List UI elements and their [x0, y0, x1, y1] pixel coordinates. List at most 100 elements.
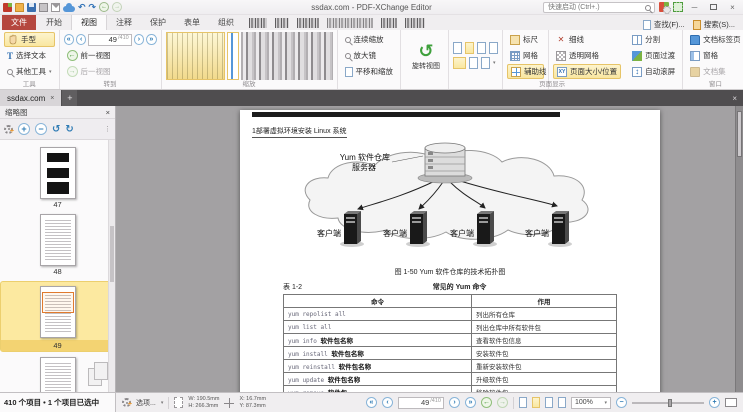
document-tabs-button[interactable]: 文档标签页 — [687, 32, 743, 47]
page-layout-icon-2[interactable] — [465, 42, 474, 54]
tab-strip-close-icon[interactable]: × — [726, 90, 743, 106]
zoom-in-button[interactable]: + — [709, 397, 720, 408]
hand-tool-button[interactable]: 手型 — [4, 32, 55, 47]
status-layout-two-up-continuous-icon[interactable] — [558, 397, 566, 408]
ribbon-tab-5[interactable]: 保护 — [141, 15, 175, 30]
thumbnails-close-icon[interactable]: × — [106, 108, 110, 117]
zoom-out-button[interactable]: − — [616, 397, 627, 408]
ruler-button[interactable]: 标尺 — [507, 32, 544, 47]
first-page-button[interactable]: « — [64, 34, 74, 45]
select-text-button[interactable]: T 选择文本 — [4, 48, 55, 63]
rotate-right-icon[interactable]: ↻ — [65, 124, 73, 135]
options-gear-icon[interactable]: + — [122, 398, 131, 407]
minimize-button[interactable]: ─ — [687, 1, 702, 13]
quick-launch-box[interactable] — [543, 2, 655, 13]
rotate-left-icon[interactable]: ↺ — [52, 124, 60, 135]
page-size-position-button[interactable]: XY 页面大小/位置 — [553, 64, 621, 79]
pan-zoom-button[interactable]: 平移和缩放 — [342, 64, 397, 79]
status-next-view-icon[interactable]: → — [497, 397, 508, 408]
status-prev-page-button[interactable]: ‹ — [382, 397, 393, 408]
ribbon-tab-6[interactable]: 表单 — [175, 15, 209, 30]
thumbnail-item-49[interactable]: 49 — [0, 281, 115, 352]
thumbnails-scrollbar-thumb[interactable] — [110, 226, 114, 282]
status-page-number-box[interactable]: 49 /410 — [398, 397, 444, 409]
thumbnails-zoom-in-icon[interactable]: + — [18, 123, 30, 135]
other-tools-button[interactable]: 其他工具 ▾ — [4, 64, 55, 79]
save-icon[interactable] — [27, 3, 36, 12]
page-layout-icon-7[interactable] — [481, 57, 490, 69]
grid-button[interactable]: 网格 — [507, 48, 544, 63]
status-first-page-button[interactable]: « — [366, 397, 377, 408]
cloud-icon[interactable] — [63, 6, 75, 12]
page-layout-icon-5[interactable] — [453, 57, 466, 69]
ribbon-tab-7[interactable]: 组织 — [209, 15, 243, 30]
transparency-grid-button[interactable]: 透明网格 — [553, 48, 621, 63]
close-button[interactable]: × — [725, 1, 740, 13]
fit-page-icon[interactable] — [725, 398, 737, 407]
panes-button[interactable]: 窗格 — [687, 48, 743, 63]
page-layout-icon-3[interactable] — [477, 42, 486, 54]
previous-view-button[interactable]: ← 前一视图 — [64, 49, 157, 64]
status-previous-view-icon[interactable]: ← — [481, 397, 492, 408]
ribbon-tab-1[interactable]: 文件 — [2, 15, 36, 30]
overflow-menu-icon[interactable]: ⋮ — [104, 125, 111, 133]
document-scrollbar-thumb[interactable] — [737, 111, 742, 157]
page-number-value[interactable]: 49 — [109, 35, 117, 44]
status-layout-two-up-icon[interactable] — [545, 397, 553, 408]
status-last-page-button[interactable]: » — [465, 397, 476, 408]
status-layout-continuous-icon[interactable] — [532, 397, 540, 408]
ui-options-icon[interactable] — [659, 2, 669, 12]
quick-launch-input[interactable] — [548, 3, 640, 12]
split-button[interactable]: 分割 — [629, 32, 678, 47]
email-icon[interactable] — [51, 3, 60, 12]
thumbnails-options-gear-icon[interactable]: + — [4, 125, 13, 134]
document-set-button[interactable]: 文档集 — [687, 64, 743, 79]
print-icon[interactable] — [39, 3, 48, 12]
zoom-glitch-selected[interactable] — [166, 32, 226, 80]
ribbon-tab-3[interactable]: 视图 — [71, 14, 107, 30]
page-number-box[interactable]: 49 /410 — [88, 34, 131, 46]
page-layout-icon-4[interactable] — [489, 42, 498, 54]
document-scrollbar[interactable] — [735, 106, 743, 392]
guides-button[interactable]: 辅助线 — [507, 64, 544, 79]
next-view-button[interactable]: → 后一视图 — [64, 64, 157, 79]
page-layout-icon-1[interactable] — [453, 42, 462, 54]
find-button[interactable]: 查找(F)... — [643, 19, 685, 30]
last-page-button[interactable]: » — [146, 34, 156, 45]
thin-lines-button[interactable]: ✕ 细线 — [553, 32, 621, 47]
prev-page-button[interactable]: ‹ — [76, 34, 86, 45]
autoscroll-button[interactable]: 自动滚屏 — [629, 64, 678, 79]
thumbnail-item-47[interactable]: 47 — [0, 147, 115, 209]
forward-icon[interactable]: → — [112, 2, 122, 12]
status-next-page-button[interactable]: › — [449, 397, 460, 408]
status-page-number-value[interactable]: 49 — [421, 398, 429, 407]
document-tab[interactable]: ssdax.com × — [0, 90, 61, 106]
thumbnail-scroll-area[interactable]: 47484950 — [0, 140, 115, 392]
ribbon-tab-4[interactable]: 注释 — [107, 15, 141, 30]
restore-button[interactable] — [706, 1, 721, 13]
thumbnail-item-48[interactable]: 48 — [0, 214, 115, 276]
loupe-button[interactable]: 放大镜 — [342, 48, 397, 63]
document-area[interactable]: 1部署虚拟环境安装 Linux 系统 — [116, 106, 743, 392]
zoom-level-dropdown[interactable]: 100% ▾ — [571, 397, 611, 409]
fullscreen-icon[interactable] — [673, 2, 683, 12]
document-tab-close-icon[interactable]: × — [50, 95, 54, 102]
options-label[interactable]: 选项... — [136, 398, 156, 408]
open-icon[interactable] — [15, 3, 24, 12]
thumbnails-scrollbar[interactable] — [108, 140, 115, 392]
ribbon-tab-2[interactable]: 开始 — [37, 15, 71, 30]
zoom-slider[interactable] — [632, 402, 704, 404]
search-button[interactable]: 搜索(S)... — [693, 19, 735, 30]
undo-icon[interactable]: ↶ — [78, 3, 86, 12]
rotate-view-button[interactable]: ↺ 旋转视图 — [405, 41, 447, 71]
thumbnails-zoom-out-icon[interactable]: − — [35, 123, 47, 135]
page-layout-icon-6[interactable] — [469, 57, 478, 69]
zoom-slider-thumb[interactable] — [668, 399, 672, 407]
new-tab-button[interactable]: + — [62, 90, 77, 106]
redo-icon[interactable]: ↷ — [89, 3, 97, 12]
status-layout-single-icon[interactable] — [519, 397, 527, 408]
continuous-zoom-button[interactable]: 连续缩放 — [342, 32, 397, 47]
page-transitions-button[interactable]: 页面过渡 — [629, 48, 678, 63]
back-icon[interactable]: ← — [99, 2, 109, 12]
next-page-button[interactable]: › — [134, 34, 144, 45]
